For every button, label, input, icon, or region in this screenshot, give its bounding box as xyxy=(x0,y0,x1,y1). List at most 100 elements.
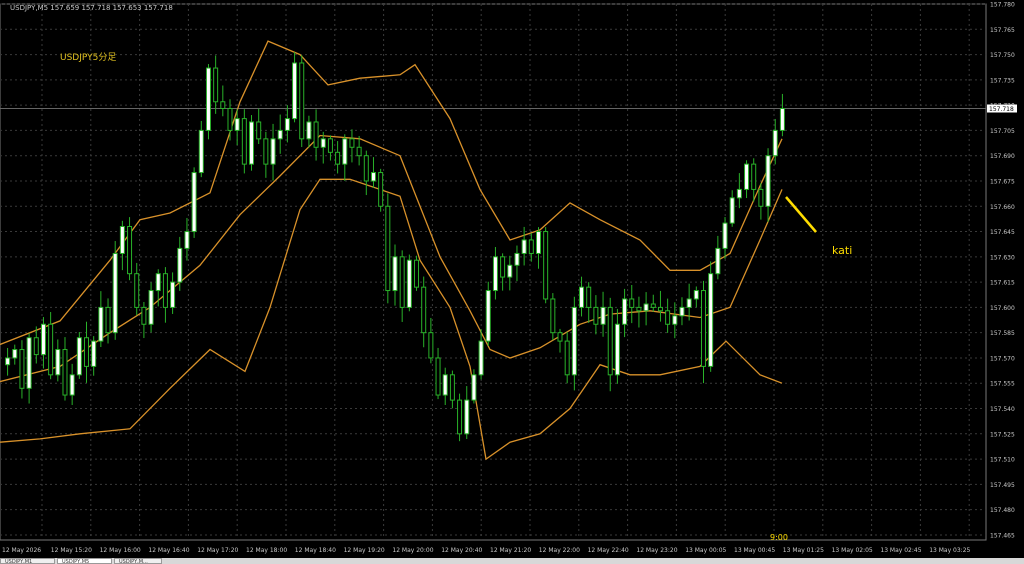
time-tick-label: 13 May 03:25 xyxy=(929,547,970,554)
candle-body xyxy=(693,290,699,300)
candle-body xyxy=(306,121,312,140)
candle-body xyxy=(12,349,18,359)
candle-body xyxy=(356,146,362,157)
time-tick-label: 12 May 15:20 xyxy=(51,547,92,554)
candle-body xyxy=(55,349,61,376)
time-tick-label: 13 May 02:05 xyxy=(832,547,873,554)
candle-body xyxy=(500,256,506,278)
candle-body xyxy=(593,306,599,325)
candle-body xyxy=(571,306,577,376)
tab-usdjpy-m[interactable]: USDJPY,M... xyxy=(114,558,162,564)
candle-body xyxy=(564,340,570,376)
candle-body xyxy=(636,306,642,312)
candle-body xyxy=(421,286,427,334)
candle-body xyxy=(607,306,613,376)
candle-body xyxy=(69,374,75,396)
candle-body xyxy=(205,67,211,131)
annotation-text: kati xyxy=(832,244,853,257)
candle-body xyxy=(184,231,190,249)
candle-body xyxy=(521,239,527,254)
price-tick-label: 157.540 xyxy=(990,406,1015,413)
price-tick-label: 157.735 xyxy=(990,77,1015,84)
candle-body xyxy=(736,188,742,199)
time-tick-label: 12 May 20:00 xyxy=(392,547,433,554)
candle-body xyxy=(478,340,484,376)
time-axis: 12 May 2026 12 May 15:20 12 May 16:00 12 Ma… xyxy=(2,547,971,554)
time-tick-label: 12 May 18:00 xyxy=(246,547,287,554)
price-tick-label: 157.555 xyxy=(990,381,1015,388)
price-tick-label: 157.495 xyxy=(990,482,1015,489)
candle-body xyxy=(600,306,606,325)
candle-body xyxy=(62,349,68,396)
candle-body xyxy=(428,332,434,359)
candle-body xyxy=(751,163,757,190)
candle-body xyxy=(170,281,176,308)
candle-body xyxy=(457,399,463,435)
candle-body xyxy=(586,286,592,308)
price-tick-label: 157.600 xyxy=(990,305,1015,312)
candle-body xyxy=(528,239,534,254)
time-tick-label: 13 May 02:45 xyxy=(880,547,921,554)
candle-body xyxy=(155,273,161,292)
candle-body xyxy=(614,323,620,376)
price-tick-label: 157.465 xyxy=(990,532,1015,539)
candle-body xyxy=(772,129,778,157)
candle-body xyxy=(464,399,470,435)
price-tick-label: 157.750 xyxy=(990,52,1015,59)
candle-body xyxy=(435,357,441,396)
candle-body xyxy=(241,118,247,165)
candle-body xyxy=(686,298,692,308)
candle-body xyxy=(76,337,82,376)
candle-body xyxy=(679,306,685,317)
time-tick-label: 13 May 01:25 xyxy=(783,547,824,554)
candle-body xyxy=(198,129,204,174)
time-tick-label: 12 May 16:00 xyxy=(100,547,141,554)
price-tick-label: 157.525 xyxy=(990,431,1015,438)
candle-body xyxy=(327,138,333,153)
candle-body xyxy=(98,306,104,342)
price-tick-label: 157.615 xyxy=(990,280,1015,287)
time-tick-label: 12 May 19:20 xyxy=(344,547,385,554)
price-tick-label: 157.630 xyxy=(990,254,1015,261)
candle-body xyxy=(399,256,405,308)
candle-body xyxy=(292,62,298,120)
candle-body xyxy=(700,290,706,367)
candle-body xyxy=(672,315,678,325)
candle-body xyxy=(370,172,376,182)
candle-body xyxy=(256,121,262,140)
candle-body xyxy=(220,101,226,110)
candle-body xyxy=(26,337,32,389)
time-tick-label: 12 May 21:20 xyxy=(490,547,531,554)
candle-body xyxy=(263,138,269,165)
price-tick-label: 157.765 xyxy=(990,27,1015,34)
candle-body xyxy=(349,138,355,148)
candle-body xyxy=(414,259,420,288)
candle-body xyxy=(392,256,398,292)
chart-caption: USDJPY5分足 xyxy=(60,53,117,63)
current-price-label: 157.718 xyxy=(989,106,1014,113)
time-tick-label: 12 May 22:40 xyxy=(588,547,629,554)
time-tick-label: 13 May 00:45 xyxy=(734,547,775,554)
candle-body xyxy=(492,256,498,292)
candle-body xyxy=(335,151,341,165)
candle-body xyxy=(406,259,412,308)
tab-usdjpy-m1[interactable]: USDJPY,M1 xyxy=(0,558,55,564)
candle-body xyxy=(134,273,140,308)
candle-body xyxy=(650,303,656,308)
candle-body xyxy=(148,290,154,325)
tab-usdjpy-m5[interactable]: USDJPY,M5 xyxy=(57,558,112,564)
candle-body xyxy=(550,298,556,334)
candle-body xyxy=(657,306,663,312)
candle-body xyxy=(91,340,97,367)
candle-body xyxy=(284,118,290,131)
candle-body xyxy=(177,247,183,283)
candle-body xyxy=(708,273,714,367)
candle-body xyxy=(507,264,513,278)
candle-body xyxy=(299,62,305,140)
candle-body xyxy=(5,357,11,366)
time-tick-label: 13 May 00:05 xyxy=(685,547,726,554)
price-chart[interactable]: 9:00 157.780157.765157.750157.735157.720… xyxy=(0,0,1024,564)
candle-body xyxy=(127,225,133,275)
candle-body xyxy=(722,222,728,249)
candle-body xyxy=(629,298,635,308)
